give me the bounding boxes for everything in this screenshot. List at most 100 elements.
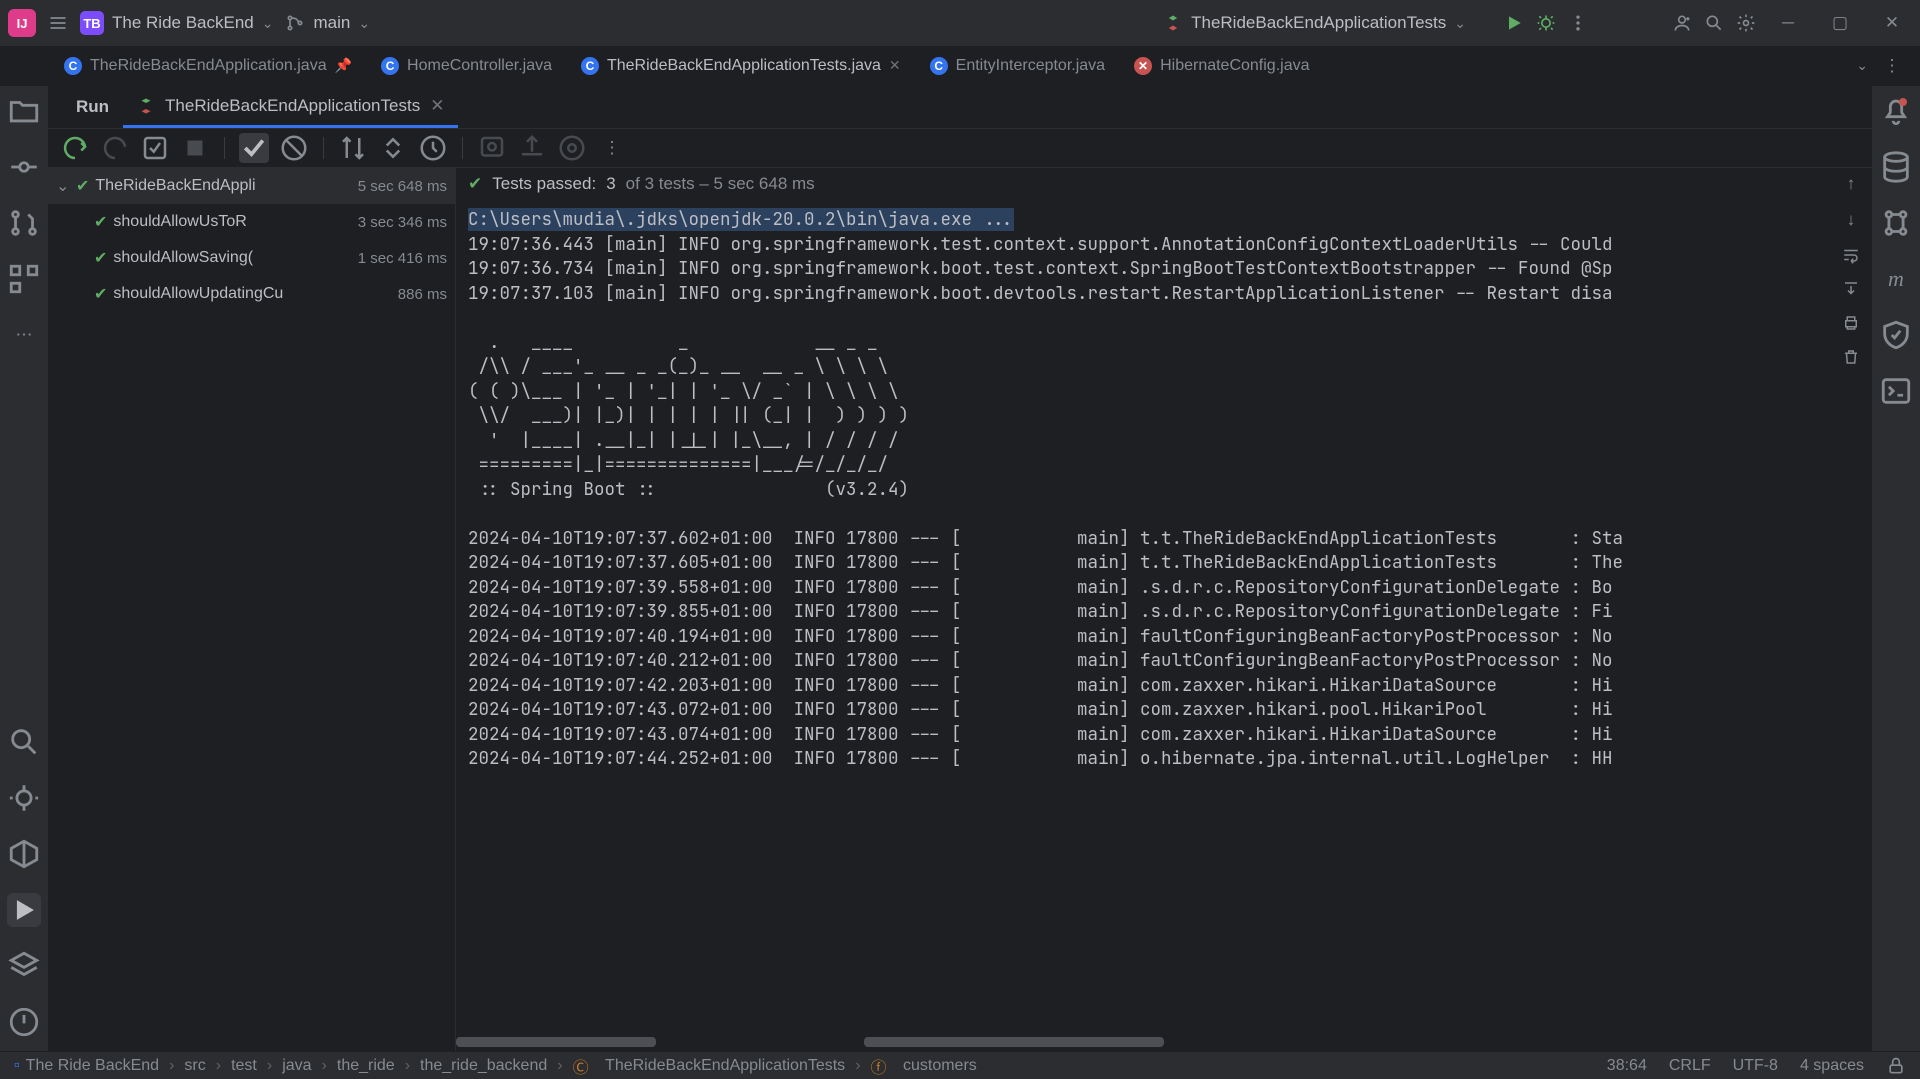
clear-all-button[interactable]	[1842, 348, 1860, 366]
main-menu-icon[interactable]	[48, 13, 68, 33]
toggle-auto-test-button[interactable]	[140, 133, 170, 163]
summary-suffix-label: of 3 tests – 5 sec 648 ms	[626, 174, 815, 194]
run-config-selector[interactable]: TheRideBackEndApplicationTests	[1163, 13, 1466, 33]
tab-options-button[interactable]: ⋮	[1882, 56, 1902, 76]
test-item-label: shouldAllowUpdatingCu	[113, 285, 283, 303]
breadcrumb-item[interactable]: Ⓒ TheRideBackEndApplicationTests	[573, 1054, 846, 1078]
editor-tab[interactable]: C TheRideBackEndApplication.java 📌	[50, 46, 367, 85]
editor-tab[interactable]: C HomeController.java	[367, 46, 567, 85]
branch-icon	[285, 13, 305, 33]
scroll-to-end-button[interactable]	[1842, 280, 1860, 298]
project-selector[interactable]: TB The Ride BackEnd	[80, 11, 273, 35]
window-minimize-button[interactable]: ─	[1768, 0, 1808, 46]
run-config-tab[interactable]: TheRideBackEndApplicationTests ✕	[123, 86, 458, 128]
import-tests-button[interactable]	[477, 133, 507, 163]
settings-button[interactable]	[1736, 13, 1756, 33]
status-bar: ▫The Ride BackEnd › src › test › java › …	[0, 1051, 1920, 1079]
test-history-button[interactable]	[418, 133, 448, 163]
show-ignored-button[interactable]	[279, 133, 309, 163]
console-output[interactable]: C:\Users\mudia\.jdks\openjdk-20.0.2\bin\…	[456, 200, 1830, 1051]
sort-button[interactable]	[338, 133, 368, 163]
problems-tool-button[interactable]	[7, 1005, 41, 1039]
project-badge-icon: TB	[80, 11, 104, 35]
horizontal-scrollbar[interactable]	[456, 1037, 1872, 1051]
run-button[interactable]	[1504, 13, 1524, 33]
breadcrumb-item[interactable]: ⓕ customers	[871, 1054, 977, 1078]
run-title-tab[interactable]: Run	[62, 86, 123, 128]
search-everywhere-button[interactable]	[1704, 13, 1724, 33]
database-tool-button[interactable]	[1879, 150, 1913, 184]
terminal-tool-button[interactable]	[1879, 374, 1913, 408]
gradle-tool-button[interactable]	[1879, 206, 1913, 240]
run-tool-tabs: Run TheRideBackEndApplicationTests ✕	[48, 86, 1872, 128]
pin-icon[interactable]: 📌	[335, 57, 352, 74]
test-root-row[interactable]: ⌄ ✔ TheRideBackEndAppli 5 sec 648 ms	[48, 168, 455, 204]
maven-tool-button[interactable]: m	[1879, 262, 1913, 296]
more-tool-windows-button[interactable]: ⋯	[7, 318, 41, 352]
branch-name-label: main	[313, 13, 350, 33]
scroll-down-button[interactable]: ↓	[1847, 210, 1856, 230]
line-separator-label[interactable]: CRLF	[1669, 1057, 1711, 1075]
close-tab-icon[interactable]: ✕	[430, 96, 444, 116]
commit-tool-button[interactable]	[7, 150, 41, 184]
chevron-down-icon[interactable]: ⌄	[56, 176, 70, 196]
code-with-me-icon[interactable]	[1672, 13, 1692, 33]
test-passed-icon: ✔	[94, 284, 107, 304]
encoding-label[interactable]: UTF-8	[1733, 1057, 1778, 1075]
test-item-row[interactable]: ✔ shouldAllowSaving( 1 sec 416 ms	[48, 240, 455, 276]
soft-wrap-button[interactable]	[1842, 246, 1860, 264]
structure-tool-button[interactable]	[7, 262, 41, 296]
java-class-icon: C	[930, 57, 948, 75]
more-actions-button[interactable]	[1568, 13, 1588, 33]
breadcrumb-item[interactable]: src	[184, 1057, 205, 1075]
breadcrumb-item[interactable]: test	[231, 1057, 257, 1075]
stop-button[interactable]	[180, 133, 210, 163]
notification-dot-icon	[1899, 98, 1907, 106]
breadcrumb-item[interactable]: the_ride	[337, 1057, 395, 1075]
test-config-icon	[137, 97, 155, 115]
debug-tool-button[interactable]	[7, 781, 41, 815]
test-item-time: 3 sec 346 ms	[358, 214, 447, 231]
readonly-lock-icon[interactable]	[1886, 1056, 1906, 1076]
build-tool-button[interactable]	[7, 837, 41, 871]
cursor-position-label[interactable]: 38:64	[1607, 1057, 1647, 1075]
run-tool-button[interactable]	[7, 893, 41, 927]
export-tests-button[interactable]	[517, 133, 547, 163]
indent-label[interactable]: 4 spaces	[1800, 1057, 1864, 1075]
breadcrumb-item[interactable]: ▫The Ride BackEnd	[14, 1057, 159, 1075]
branch-selector[interactable]: main	[285, 13, 370, 33]
rerun-button[interactable]	[60, 133, 90, 163]
editor-tab[interactable]: C TheRideBackEndApplicationTests.java ✕	[567, 46, 916, 85]
expand-all-button[interactable]	[378, 133, 408, 163]
show-passed-button[interactable]	[239, 133, 269, 163]
test-item-row[interactable]: ✔ shouldAllowUsToR 3 sec 346 ms	[48, 204, 455, 240]
more-test-options-button[interactable]: ⋮	[597, 133, 627, 163]
debug-button[interactable]	[1536, 13, 1556, 33]
app-logo-icon: IJ	[8, 9, 36, 37]
print-button[interactable]	[1842, 314, 1860, 332]
notifications-button[interactable]	[1879, 94, 1913, 128]
services-tool-button[interactable]	[7, 949, 41, 983]
window-maximize-button[interactable]: ▢	[1820, 0, 1860, 46]
window-close-button[interactable]: ✕	[1872, 0, 1912, 46]
scroll-up-button[interactable]: ↑	[1847, 174, 1856, 194]
coverage-tool-button[interactable]	[1879, 318, 1913, 352]
test-item-row[interactable]: ✔ shouldAllowUpdatingCu 886 ms	[48, 276, 455, 312]
editor-tab[interactable]: ✕ HibernateConfig.java	[1120, 46, 1324, 85]
rerun-failed-button[interactable]	[100, 133, 130, 163]
test-tree[interactable]: ⌄ ✔ TheRideBackEndAppli 5 sec 648 ms ✔ s…	[48, 168, 456, 1051]
breadcrumb-item[interactable]: java	[282, 1057, 311, 1075]
pull-requests-tool-button[interactable]	[7, 206, 41, 240]
test-settings-button[interactable]	[557, 133, 587, 163]
tab-list-dropdown[interactable]	[1856, 57, 1868, 74]
project-name-label: The Ride BackEnd	[112, 13, 254, 33]
find-tool-button[interactable]	[7, 725, 41, 759]
breadcrumb-item[interactable]: the_ride_backend	[420, 1057, 547, 1075]
test-passed-icon: ✔	[94, 248, 107, 268]
close-tab-icon[interactable]: ✕	[889, 57, 901, 74]
editor-tab[interactable]: C EntityInterceptor.java	[916, 46, 1120, 85]
run-config-icon	[1163, 13, 1183, 33]
run-tool-window: Run TheRideBackEndApplicationTests ✕	[48, 86, 1872, 1051]
test-passed-icon: ✔	[76, 176, 89, 196]
project-tool-button[interactable]	[7, 94, 41, 128]
